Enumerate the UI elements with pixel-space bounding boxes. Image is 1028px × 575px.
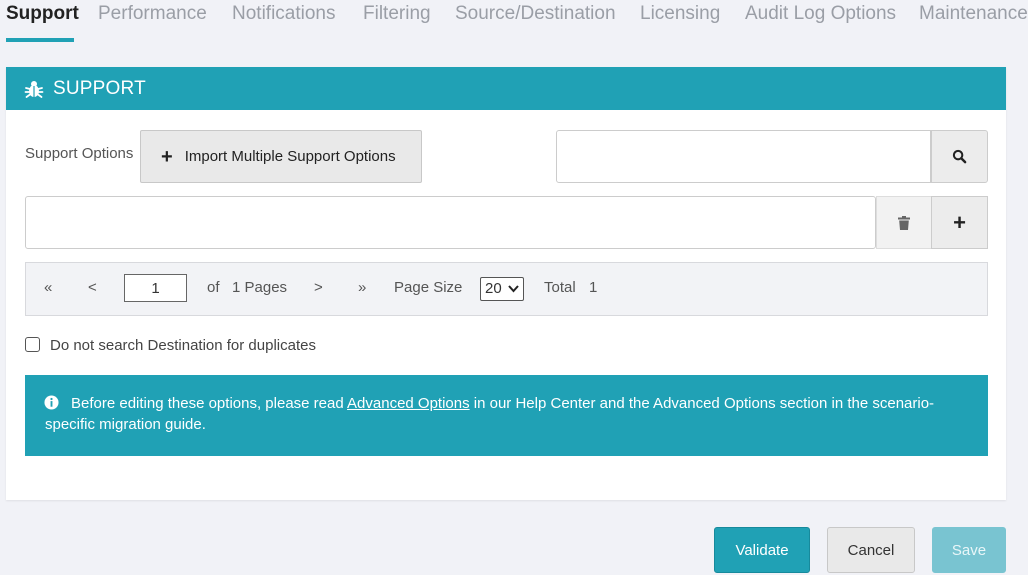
last-page-button[interactable]: » <box>358 279 366 296</box>
tab-bar: Support Performance Notifications Filter… <box>0 0 1028 44</box>
support-panel: SUPPORT Support Options + Import Multipl… <box>6 67 1006 500</box>
checkbox-label: Do not search Destination for duplicates <box>50 337 316 354</box>
tab-licensing[interactable]: Licensing <box>640 3 720 25</box>
bug-icon <box>24 81 44 98</box>
advanced-options-link[interactable]: Advanced Options <box>347 395 470 412</box>
search-icon <box>952 149 967 164</box>
trash-icon <box>898 215 910 230</box>
search-input[interactable] <box>556 130 931 183</box>
panel-title: SUPPORT <box>53 78 146 99</box>
tab-support[interactable]: Support <box>6 3 79 25</box>
next-page-button[interactable]: > <box>314 279 323 296</box>
validate-button[interactable]: Validate <box>714 527 810 573</box>
page-size-select[interactable]: 20 <box>480 277 524 301</box>
chevron-down-icon <box>508 285 519 293</box>
page-size-label: Page Size <box>394 279 463 296</box>
plus-icon: + <box>161 145 173 168</box>
info-banner: Before editing these options, please rea… <box>25 375 988 456</box>
page-number-input[interactable] <box>124 274 187 302</box>
support-options-label: Support Options <box>25 145 134 162</box>
of-label: of <box>207 279 220 296</box>
info-message: Before editing these options, please rea… <box>45 393 975 435</box>
panel-header: SUPPORT <box>6 67 1006 110</box>
tab-filtering[interactable]: Filtering <box>363 3 431 25</box>
pages-count: 1 Pages <box>232 279 288 296</box>
no-duplicate-search-checkbox[interactable] <box>25 337 40 352</box>
tab-performance[interactable]: Performance <box>98 3 207 25</box>
support-option-input[interactable] <box>25 196 876 249</box>
active-tab-indicator <box>6 38 74 42</box>
prev-page-button[interactable]: < <box>88 279 97 296</box>
import-button-label: Import Multiple Support Options <box>184 148 396 165</box>
tab-source-destination[interactable]: Source/Destination <box>455 3 616 25</box>
tab-notifications[interactable]: Notifications <box>232 3 336 25</box>
total-label: Total <box>544 279 576 296</box>
delete-button[interactable] <box>876 196 932 249</box>
tab-audit-log-options[interactable]: Audit Log Options <box>745 3 896 25</box>
cancel-button[interactable]: Cancel <box>827 527 915 573</box>
page-size-value: 20 <box>485 280 502 297</box>
total-value: 1 <box>589 279 598 296</box>
import-multiple-button[interactable]: + Import Multiple Support Options <box>140 130 422 183</box>
first-page-button[interactable]: « <box>44 279 52 296</box>
info-prefix: Before editing these options, please rea… <box>71 395 348 412</box>
save-button[interactable]: Save <box>932 527 1006 573</box>
tab-maintenance[interactable]: Maintenance <box>919 3 1028 25</box>
search-button[interactable] <box>931 130 988 183</box>
pagination-bar: « < of 1 Pages > » Page Size 20 Total 1 <box>25 262 988 316</box>
add-button[interactable]: + <box>931 196 988 249</box>
